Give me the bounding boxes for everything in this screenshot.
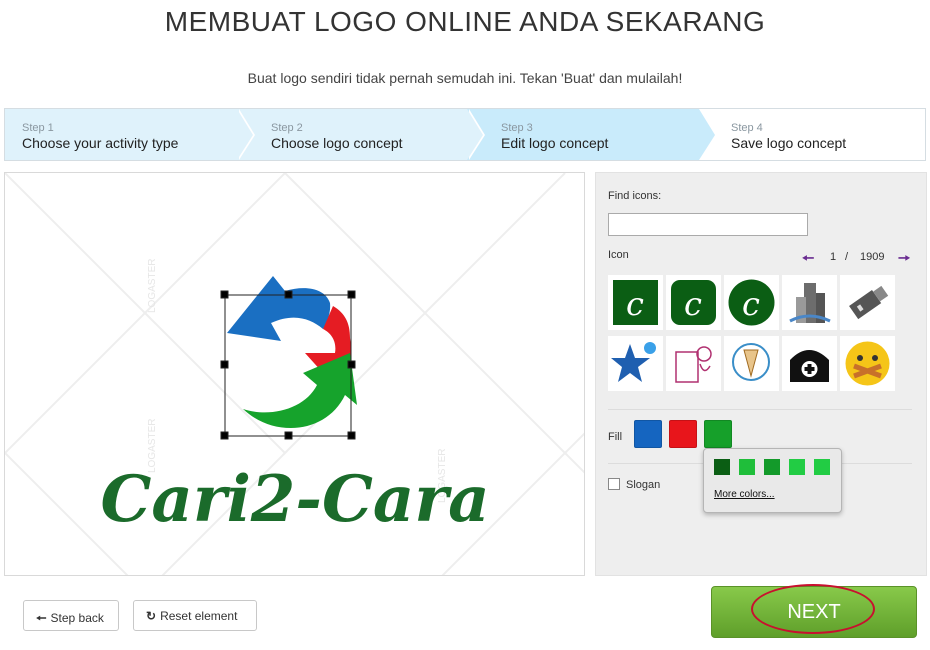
step-back-button[interactable]: 🠔 Step back [23,600,119,631]
icon-tile[interactable] [840,336,895,391]
color-option[interactable] [739,459,755,475]
color-option[interactable] [789,459,805,475]
icon-tile[interactable]: c [724,275,779,330]
icon-tile[interactable] [666,336,721,391]
highlight-oval [751,584,875,634]
page-title: MEMBUAT LOGO ONLINE ANDA SEKARANG [164,6,766,37]
fill-color-green[interactable] [704,420,732,448]
step-label: Choose your activity type [22,135,179,151]
fill-color-blue[interactable] [634,420,662,448]
star-flower-icon [611,342,656,382]
logo-text[interactable]: Cari2-Cara [100,462,489,537]
canvas-drawing: LOGASTER LOGASTER LOGASTER Cari2-Cara [5,173,584,575]
slogan-option[interactable]: Slogan [608,478,660,491]
fill-color-red[interactable] [669,420,697,448]
step-3[interactable]: Step 3 Edit logo concept [467,109,699,160]
arrow-left-icon[interactable]: 🠔 [802,248,814,272]
icon-label: Icon [608,249,629,261]
letter-c-square-icon: c [613,280,658,325]
svg-text:c: c [626,285,644,323]
usb-drive-icon [849,285,889,320]
refresh-icon: ↻ [146,609,157,623]
icon-tile[interactable]: c [608,275,663,330]
icon-tile[interactable] [724,336,779,391]
arrow-left-icon: 🠔 [36,611,47,625]
step-back-label: Step back [50,611,104,625]
step-arrow [467,109,483,160]
pager-total: 1909 [860,251,885,263]
slogan-checkbox[interactable] [608,478,620,490]
taped-mouth-emoji-icon [845,341,890,386]
divider [608,409,912,410]
pager-current: 1 [830,251,837,263]
step-number: Step 1 [22,122,54,134]
svg-text:c: c [742,285,760,323]
find-icons-label: Find icons: [608,190,662,202]
page-subtitle: Buat logo sendiri tidak pernah semudah i… [247,70,683,86]
step-label: Edit logo concept [501,135,609,151]
icon-tile[interactable] [782,275,837,330]
watermark-text: LOGASTER [147,259,158,313]
letter-c-circle-icon: c [728,279,775,326]
horse-head-icon [732,343,770,381]
color-option[interactable] [814,459,830,475]
chef-menu-icon [675,346,712,383]
icon-tile[interactable] [608,336,663,391]
find-icons-input[interactable] [608,213,808,236]
color-option[interactable] [714,459,730,475]
city-buildings-icon [789,283,831,323]
reset-element-label: Reset element [160,609,238,623]
letter-c-rounded-icon: c [671,280,716,325]
icon-tile[interactable]: c [666,275,721,330]
icon-tile[interactable] [840,275,895,330]
icon-pager: 🠔 1 / 1909 🠖 [802,249,922,267]
logo-symbol[interactable] [227,276,357,429]
more-colors-link[interactable]: More colors... [714,489,775,500]
medical-bag-icon [790,350,829,382]
step-4[interactable]: Step 4 Save logo concept [699,109,925,160]
step-number: Step 3 [501,122,533,134]
step-1[interactable]: Step 1 Choose your activity type [5,109,237,160]
icon-tile[interactable] [782,336,837,391]
color-picker-popup: More colors... [703,448,842,513]
step-number: Step 4 [731,122,763,134]
pager-separator: / [845,251,849,263]
svg-text:c: c [684,285,702,323]
logo-canvas[interactable]: LOGASTER LOGASTER LOGASTER Cari2-Cara [4,172,585,576]
slogan-label: Slogan [626,479,661,491]
step-number: Step 2 [271,122,303,134]
step-label: Save logo concept [731,135,847,151]
settings-panel: Find icons: Icon 🠔 1 / 1909 🠖 c c c Fill… [595,172,927,576]
color-option[interactable] [764,459,780,475]
step-arrow [237,109,253,160]
step-2[interactable]: Step 2 Choose logo concept [237,109,467,160]
fill-label: Fill [608,431,623,443]
arrow-right-icon[interactable]: 🠖 [898,248,910,272]
step-arrow [699,109,715,160]
step-label: Choose logo concept [271,135,403,151]
reset-element-button[interactable]: ↻ Reset element [133,600,257,631]
steps-bar: Step 1 Choose your activity type Step 2 … [4,108,926,161]
logo-editor-page: MEMBUAT LOGO ONLINE ANDA SEKARANG Buat l… [0,0,930,650]
